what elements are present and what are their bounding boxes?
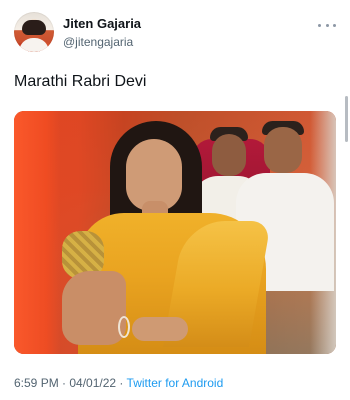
more-icon[interactable] bbox=[318, 21, 336, 29]
meta-separator: · bbox=[116, 376, 127, 390]
tweet-date[interactable]: 04/01/22 bbox=[69, 376, 116, 390]
meta-separator: · bbox=[58, 376, 70, 390]
tweet-image[interactable] bbox=[14, 111, 336, 354]
scrollbar[interactable] bbox=[345, 96, 348, 142]
username[interactable]: @jitengajaria bbox=[63, 35, 141, 49]
more-dot-3 bbox=[333, 23, 336, 27]
tweet-time[interactable]: 6:59 PM bbox=[14, 376, 59, 390]
author-block: Jiten Gajaria @jitengajaria bbox=[63, 16, 141, 49]
hand bbox=[132, 317, 188, 341]
arm bbox=[62, 271, 126, 345]
more-dot-2 bbox=[325, 23, 329, 27]
main-person bbox=[54, 111, 274, 354]
display-name[interactable]: Jiten Gajaria bbox=[63, 16, 141, 32]
more-dot-1 bbox=[318, 23, 321, 27]
tweet-source-link[interactable]: Twitter for Android bbox=[127, 376, 224, 390]
tweet-screen: Jiten Gajaria @jitengajaria Marathi Rabr… bbox=[0, 0, 350, 400]
tweet-header: Jiten Gajaria @jitengajaria bbox=[14, 12, 336, 56]
tweet-text: Marathi Rabri Devi bbox=[14, 73, 147, 90]
bangle bbox=[118, 316, 130, 338]
tweet-meta: 6:59 PM · 04/01/22 · Twitter for Android bbox=[14, 376, 223, 390]
profile-avatar[interactable] bbox=[14, 12, 54, 52]
